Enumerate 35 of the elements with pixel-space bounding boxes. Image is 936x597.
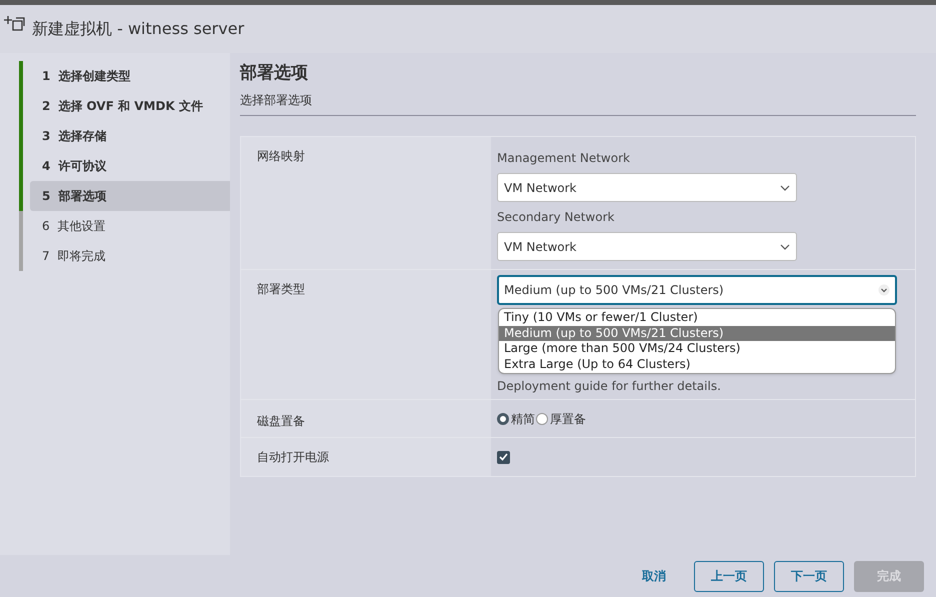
wizard-step[interactable]: 1 选择创建类型 <box>30 61 230 91</box>
wizard-step[interactable]: 7 即将完成 <box>30 241 230 271</box>
radio-button[interactable] <box>497 412 509 424</box>
dropdown-option[interactable]: Large (more than 500 VMs/24 Clusters) <box>499 341 895 356</box>
chevron-down-icon <box>780 244 790 250</box>
wizard-step[interactable]: 5 部署选项 <box>30 181 230 211</box>
help-text: Deployment guide for further details. <box>497 378 721 395</box>
wizard-step[interactable]: 6 其他设置 <box>30 211 230 241</box>
radio-label: 精简 <box>511 410 535 428</box>
field-label: 部署类型 <box>257 282 305 296</box>
select-field[interactable]: Medium (up to 500 VMs/21 Clusters) <box>497 275 897 305</box>
field-label: 磁盘置备 <box>257 414 305 428</box>
select-field[interactable]: VM Network <box>497 173 797 202</box>
page-subtitle: 选择部署选项 <box>240 91 916 116</box>
cancel-link[interactable]: 取消 <box>630 560 678 592</box>
page-title: 部署选项 <box>240 62 309 85</box>
radio-label: 厚置备 <box>550 410 586 428</box>
wizard-step[interactable]: 4 许可协议 <box>30 151 230 181</box>
field-label: Management Network <box>497 150 631 167</box>
nav-button[interactable]: 上一页 <box>694 560 764 592</box>
select-field[interactable]: VM Network <box>497 232 797 261</box>
field-label: 自动打开电源 <box>257 450 329 464</box>
chevron-down-icon <box>878 284 890 296</box>
checkbox[interactable] <box>497 450 510 464</box>
field-label: 网络映射 <box>257 149 305 163</box>
chevron-down-icon <box>780 184 790 190</box>
window-title: 新建虚拟机 - witness server <box>32 18 244 40</box>
dropdown-option[interactable]: Medium (up to 500 VMs/21 Clusters) <box>499 326 895 341</box>
radio-button[interactable] <box>536 412 548 424</box>
dropdown-option[interactable]: Tiny (10 VMs or fewer/1 Cluster) <box>499 310 895 326</box>
nav-button[interactable]: 下一页 <box>774 560 844 592</box>
dropdown-option[interactable]: Extra Large (Up to 64 Clusters) <box>499 356 895 372</box>
field-label: Secondary Network <box>497 209 616 226</box>
wizard-step[interactable]: 2 选择 OVF 和 VMDK 文件 <box>30 91 230 121</box>
wizard-step[interactable]: 3 选择存储 <box>30 121 230 151</box>
